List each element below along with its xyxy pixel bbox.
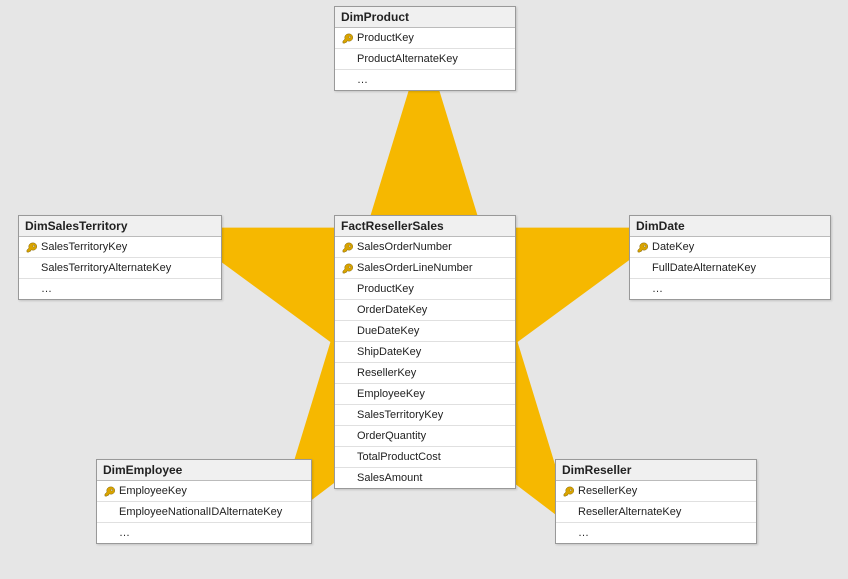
column-label: OrderDateKey: [355, 304, 427, 316]
table-dimreseller: DimReseller ResellerKey ResellerAlternate…: [555, 459, 757, 544]
table-title: DimProduct: [335, 7, 515, 28]
table-title: DimDate: [630, 216, 830, 237]
column-label: SalesOrderNumber: [355, 241, 452, 253]
table-column-row: ProductKey: [335, 279, 515, 300]
primary-key-icon: [634, 242, 650, 253]
table-dimemployee: DimEmployee EmployeeKey EmployeeNationalI…: [96, 459, 312, 544]
table-column-row: ShipDateKey: [335, 342, 515, 363]
table-column-row: SalesTerritoryKey: [19, 237, 221, 258]
column-label: SalesAmount: [355, 472, 422, 484]
table-column-row: TotalProductCost: [335, 447, 515, 468]
table-column-row: EmployeeNationalIDAlternateKey: [97, 502, 311, 523]
table-column-row: EmployeeKey: [335, 384, 515, 405]
column-label: SalesTerritoryKey: [355, 409, 443, 421]
table-column-row: SalesTerritoryAlternateKey: [19, 258, 221, 279]
table-column-row: …: [335, 70, 515, 90]
column-label: ProductKey: [355, 32, 414, 44]
column-label: EmployeeKey: [355, 388, 425, 400]
table-title: DimEmployee: [97, 460, 311, 481]
column-label: DateKey: [650, 241, 694, 253]
table-column-row: …: [97, 523, 311, 543]
table-factresellersales: FactResellerSales SalesOrderNumber SalesO…: [334, 215, 516, 489]
column-label: ProductKey: [355, 283, 414, 295]
column-label: …: [576, 527, 589, 539]
table-column-row: SalesTerritoryKey: [335, 405, 515, 426]
primary-key-icon: [339, 242, 355, 253]
column-label: SalesOrderLineNumber: [355, 262, 473, 274]
table-column-row: …: [19, 279, 221, 299]
table-column-row: SalesOrderLineNumber: [335, 258, 515, 279]
table-column-row: DateKey: [630, 237, 830, 258]
table-column-row: FullDateAlternateKey: [630, 258, 830, 279]
table-dimsalesterritory: DimSalesTerritory SalesTerritoryKey Sales…: [18, 215, 222, 300]
column-label: ProductAlternateKey: [355, 53, 458, 65]
table-column-row: ResellerKey: [556, 481, 756, 502]
column-label: …: [117, 527, 130, 539]
column-label: SalesTerritoryAlternateKey: [39, 262, 171, 274]
column-label: …: [355, 74, 368, 86]
table-dimdate: DimDate DateKey FullDateAlternateKey …: [629, 215, 831, 300]
primary-key-icon: [339, 263, 355, 274]
column-label: OrderQuantity: [355, 430, 426, 442]
table-column-row: …: [630, 279, 830, 299]
column-label: FullDateAlternateKey: [650, 262, 756, 274]
column-label: TotalProductCost: [355, 451, 441, 463]
table-column-row: OrderQuantity: [335, 426, 515, 447]
column-label: EmployeeNationalIDAlternateKey: [117, 506, 282, 518]
table-title: DimSalesTerritory: [19, 216, 221, 237]
column-label: DueDateKey: [355, 325, 419, 337]
column-label: SalesTerritoryKey: [39, 241, 127, 253]
table-column-row: ProductAlternateKey: [335, 49, 515, 70]
column-label: ResellerAlternateKey: [576, 506, 681, 518]
table-column-row: SalesAmount: [335, 468, 515, 488]
column-label: ShipDateKey: [355, 346, 421, 358]
column-label: …: [650, 283, 663, 295]
table-column-row: …: [556, 523, 756, 543]
column-label: ResellerKey: [576, 485, 637, 497]
table-column-row: EmployeeKey: [97, 481, 311, 502]
table-column-row: ResellerKey: [335, 363, 515, 384]
primary-key-icon: [101, 486, 117, 497]
column-label: EmployeeKey: [117, 485, 187, 497]
primary-key-icon: [23, 242, 39, 253]
primary-key-icon: [339, 33, 355, 44]
table-title: FactResellerSales: [335, 216, 515, 237]
table-column-row: SalesOrderNumber: [335, 237, 515, 258]
table-column-row: DueDateKey: [335, 321, 515, 342]
table-dimproduct: DimProduct ProductKey ProductAlternateKey…: [334, 6, 516, 91]
table-column-row: ProductKey: [335, 28, 515, 49]
table-column-row: OrderDateKey: [335, 300, 515, 321]
table-column-row: ResellerAlternateKey: [556, 502, 756, 523]
table-title: DimReseller: [556, 460, 756, 481]
column-label: …: [39, 283, 52, 295]
primary-key-icon: [560, 486, 576, 497]
column-label: ResellerKey: [355, 367, 416, 379]
